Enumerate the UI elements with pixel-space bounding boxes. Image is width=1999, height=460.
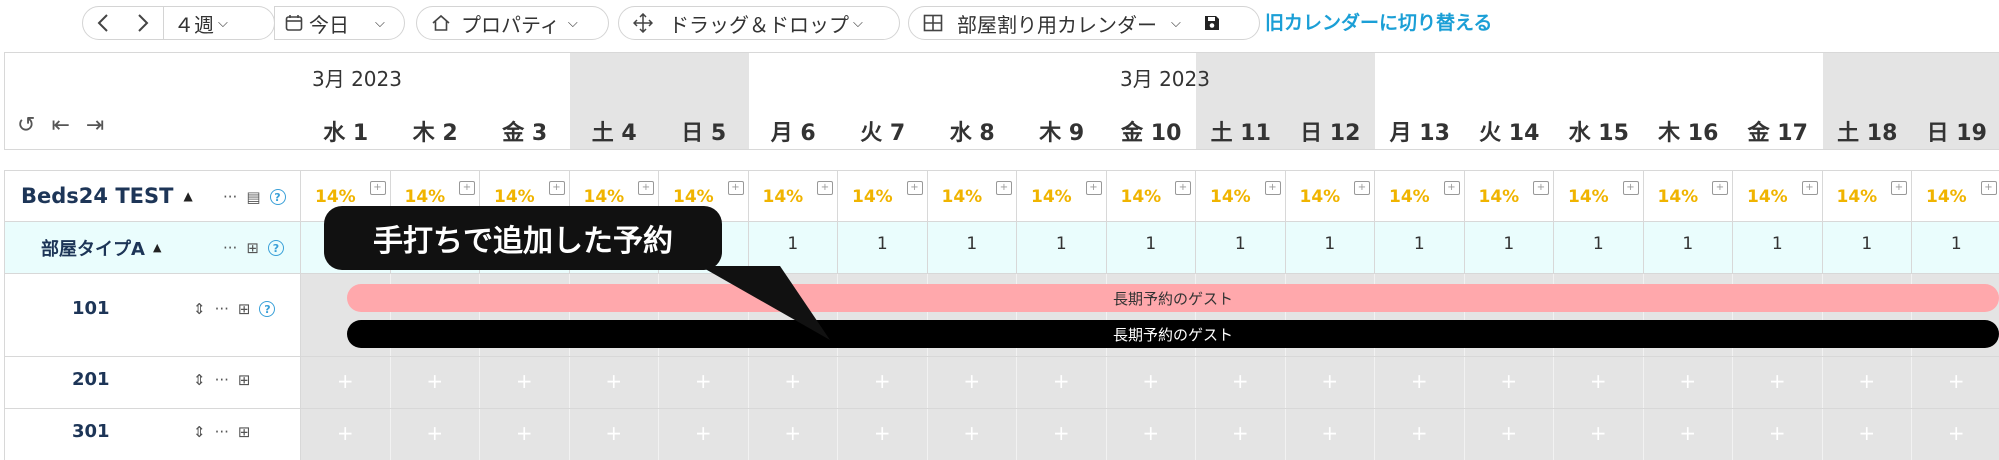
annotation-callout: 手打ちで追加した予約 [324,206,722,270]
callout-pointer [700,266,830,340]
